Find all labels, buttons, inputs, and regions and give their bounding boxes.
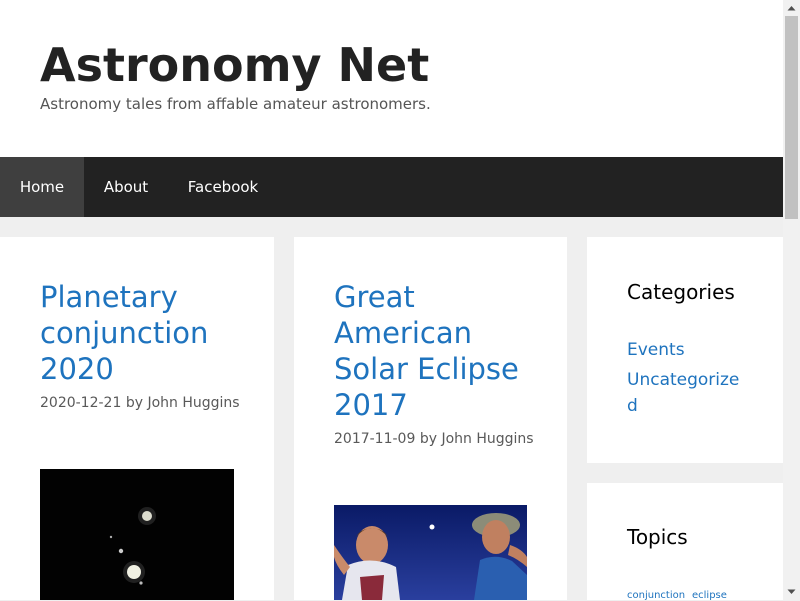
post-author[interactable]: John Huggins [441,431,533,447]
topics-title: Topics [627,525,688,549]
site-header: Astronomy Net Astronomy tales from affab… [0,0,783,157]
scrollbar-thumb[interactable] [785,16,798,219]
post-meta: 2020-12-21 by John Huggins [40,393,240,414]
post-date[interactable]: 2017-11-09 [334,431,415,447]
post-by: by [125,395,143,411]
site-title[interactable]: Astronomy Net [40,38,429,92]
tag-link-conjunction[interactable]: conjunction [627,590,685,601]
post-thumbnail-eclipse[interactable] [334,505,527,600]
post-card: Planetary conjunction 2020 2020-12-21 by… [0,237,274,600]
post-thumbnail-conjunction[interactable] [40,469,234,600]
post-date[interactable]: 2020-12-21 [40,395,121,411]
post-author[interactable]: John Huggins [147,395,239,411]
site-description: Astronomy tales from affable amateur ast… [40,95,431,113]
category-link-uncategorized[interactable]: Uncategorized [627,367,743,419]
post-title[interactable]: Planetary conjunction 2020 [40,279,240,387]
post-by: by [419,431,437,447]
post-meta: 2017-11-09 by John Huggins [334,429,534,450]
categories-title: Categories [627,280,735,304]
scroll-down-arrow-icon[interactable] [783,584,800,600]
page-scrollbar[interactable] [783,0,800,600]
categories-widget: Categories Events Uncategorized [587,237,783,463]
category-link-events[interactable]: Events [627,337,743,363]
nav-item-facebook[interactable]: Facebook [168,157,278,217]
nav-item-about[interactable]: About [84,157,168,217]
tag-link-eclipse[interactable]: eclipse [692,590,727,601]
main-navigation: Home About Facebook [0,157,783,217]
post-card: Great American Solar Eclipse 2017 2017-1… [294,237,567,600]
post-title[interactable]: Great American Solar Eclipse 2017 [334,279,534,423]
nav-item-home[interactable]: Home [0,157,84,217]
topics-widget: Topics conjunction eclipse [587,483,783,601]
scroll-up-arrow-icon[interactable] [783,0,800,16]
